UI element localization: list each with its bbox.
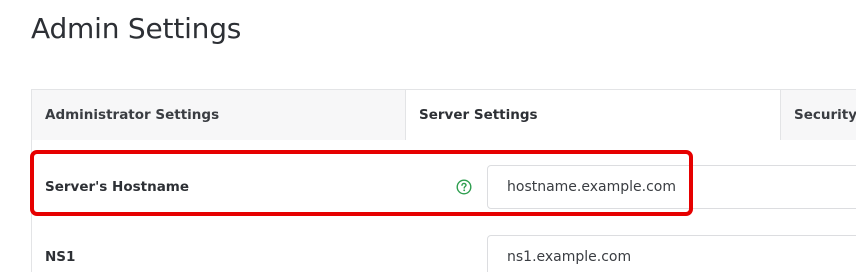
ns1-input[interactable]: [487, 235, 856, 272]
hostname-label: Server's Hostname: [45, 179, 190, 195]
tab-label: Server Settings: [419, 107, 538, 123]
ns1-label: NS1: [45, 249, 76, 265]
hostname-input[interactable]: [487, 165, 856, 209]
tab-administrator-settings[interactable]: Administrator Settings: [32, 90, 406, 141]
tab-security-settings[interactable]: Security Settings: [781, 90, 856, 141]
settings-tabs: Administrator Settings Server Settings S…: [31, 89, 856, 141]
server-settings-panel: Server's Hostname NS1: [31, 140, 856, 272]
question-circle-icon[interactable]: [456, 179, 472, 195]
tab-label: Security Settings: [794, 107, 856, 123]
setting-row-hostname: Server's Hostname: [32, 165, 856, 209]
tab-label: Administrator Settings: [45, 107, 220, 123]
page-title: Admin Settings: [31, 12, 242, 45]
tab-server-settings[interactable]: Server Settings: [406, 90, 781, 141]
admin-settings-page: Admin Settings Administrator Settings Se…: [0, 0, 856, 272]
setting-row-ns1: NS1: [32, 235, 856, 272]
